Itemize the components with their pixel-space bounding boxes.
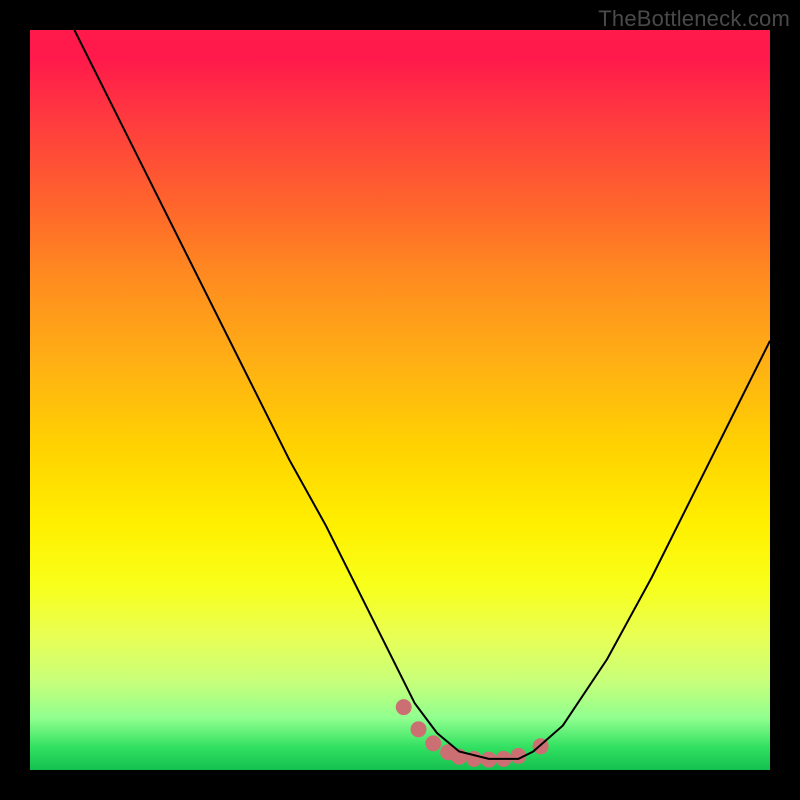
bottom-dot (425, 735, 441, 751)
bottom-dot (411, 721, 427, 737)
watermark-text: TheBottleneck.com (598, 6, 790, 32)
chart-frame: TheBottleneck.com (0, 0, 800, 800)
v-curve (74, 30, 770, 759)
bottom-dot (396, 699, 412, 715)
curve-layer (30, 30, 770, 770)
plot-area (30, 30, 770, 770)
